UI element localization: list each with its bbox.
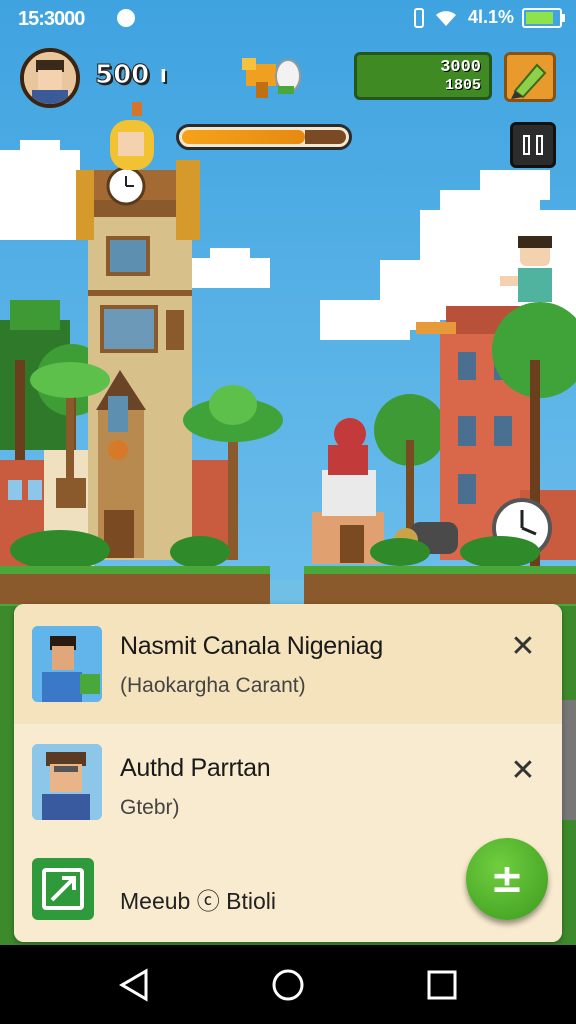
item-subtitle: (Haokargha Carant) [120,674,306,697]
wifi-icon [436,10,457,26]
resource-bottom-value: 1805 [444,77,481,94]
pencil-icon [511,63,547,99]
signal-text: 4l.1% [466,7,514,27]
vibrate-icon [414,7,425,28]
close-icon[interactable]: ✕ [508,632,538,662]
avatar[interactable] [20,48,80,108]
pause-icon [523,135,530,155]
notification-dot-icon [117,9,135,27]
pause-button[interactable] [510,122,556,168]
item-subtitle: Gtebr) [120,796,180,819]
status-bar: 15:3000 4l.1% [0,0,576,36]
pencil-button[interactable] [504,52,556,102]
system-nav-bar [0,945,576,1024]
level-progress-bar [176,124,352,150]
back-icon[interactable] [116,967,152,1003]
resource-top-value: 3000 [440,58,481,77]
recents-icon[interactable] [424,967,460,1003]
footer-label: Meeub ⓒ Btioli [120,888,276,914]
avatar [32,744,102,820]
external-link-button[interactable] [32,858,94,920]
coin-suffix: I [160,66,167,87]
list-item[interactable]: Nasmit Canala Nigeniag (Haokargha Carant… [14,604,562,724]
status-icons: 4l.1% [412,7,565,28]
resource-counter: 3000 1805 [354,52,492,100]
trophy-icon[interactable] [242,52,304,102]
home-icon[interactable] [270,967,306,1003]
add-button[interactable]: ± [466,838,548,920]
item-title: Authd Parrtan [120,754,271,782]
status-time: 15:3000 [18,8,85,30]
battery-icon [522,7,565,28]
external-link-icon [42,868,84,910]
item-title: Nasmit Canala Nigeniag [120,632,383,660]
close-icon[interactable]: ✕ [508,756,538,786]
list-item[interactable]: Authd Parrtan Gtebr) ✕ [14,724,562,846]
avatar [32,626,102,702]
clock-tower [76,102,200,560]
coin-count: 500 [94,60,150,91]
